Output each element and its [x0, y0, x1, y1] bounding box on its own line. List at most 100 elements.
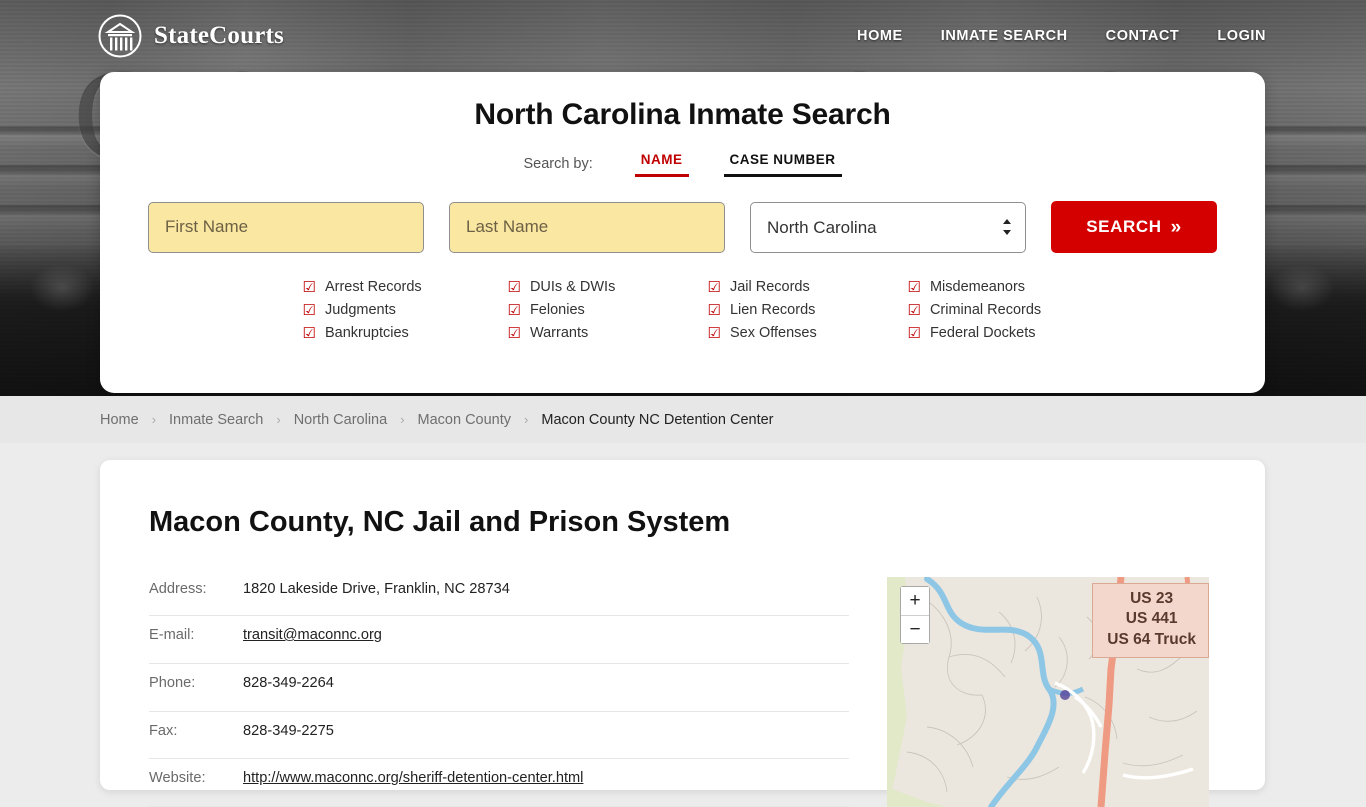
detail-label: Website:	[149, 758, 243, 807]
breadcrumb: Home › Inmate Search › North Carolina › …	[100, 412, 774, 428]
chevron-right-icon: ›	[151, 412, 157, 427]
checkbox-arrest-records[interactable]: ☑ Arrest Records	[303, 279, 508, 295]
checkbox-bankruptcies[interactable]: ☑ Bankruptcies	[303, 325, 508, 341]
search-by-tabs: Search by: NAME CASE NUMBER	[100, 151, 1265, 177]
checkbox-label: Jail Records	[729, 279, 810, 295]
search-form: North Carolina SEARCH »	[100, 201, 1265, 253]
detail-value: http://www.maconnc.org/sheriff-detention…	[243, 758, 849, 807]
brand[interactable]: StateCourts	[98, 14, 284, 58]
nav-item-contact[interactable]: CONTACT	[1106, 28, 1180, 44]
checkbox-checked-icon: ☑	[907, 278, 921, 296]
checkbox-label: Warrants	[529, 325, 589, 341]
checkbox-checked-icon: ☑	[507, 278, 521, 296]
tab-case-number[interactable]: CASE NUMBER	[723, 151, 842, 177]
state-select-wrapper: North Carolina	[750, 201, 1026, 253]
hero-banner: COURTHOUSE StateCourts HOME INMATE SEARC…	[0, 0, 1366, 396]
breadcrumb-item-macon-county[interactable]: Macon County	[418, 412, 512, 428]
brand-name: StateCourts	[154, 22, 284, 49]
facility-body: Address: 1820 Lakeside Drive, Franklin, …	[100, 539, 1265, 807]
search-button[interactable]: SEARCH »	[1051, 201, 1217, 253]
website-link[interactable]: http://www.maconnc.org/sheriff-detention…	[243, 770, 583, 786]
table-row: E-mail: transit@maconnc.org	[149, 615, 849, 664]
map-zoom-in-button[interactable]: +	[901, 587, 929, 615]
breadcrumb-bar: Home › Inmate Search › North Carolina › …	[0, 396, 1366, 443]
checkbox-federal-dockets[interactable]: ☑ Federal Dockets	[908, 325, 1063, 341]
checkbox-checked-icon: ☑	[707, 278, 721, 296]
chevron-right-icon: ›	[276, 412, 281, 427]
last-name-input[interactable]	[449, 201, 725, 253]
checkbox-label: Arrest Records	[324, 279, 422, 295]
checkbox-label: DUIs & DWIs	[529, 279, 616, 295]
tab-name[interactable]: NAME	[634, 151, 689, 177]
checkbox-label: Lien Records	[729, 302, 816, 318]
checkbox-label: Sex Offenses	[729, 325, 817, 341]
search-button-label: SEARCH	[1086, 217, 1162, 236]
checkbox-label: Misdemeanors	[929, 279, 1026, 295]
nav-item-inmate-search[interactable]: INMATE SEARCH	[941, 28, 1068, 44]
table-row: Fax: 828-349-2275	[149, 711, 849, 760]
checkbox-duis-dwis[interactable]: ☑ DUIs & DWIs	[508, 279, 708, 295]
checkbox-checked-icon: ☑	[707, 301, 721, 319]
breadcrumb-item-inmate-search[interactable]: Inmate Search	[169, 412, 263, 428]
facility-details-table: Address: 1820 Lakeside Drive, Franklin, …	[149, 577, 849, 807]
route-line: US 64 Truck	[1107, 630, 1196, 648]
detail-value: transit@maconnc.org	[243, 615, 849, 664]
checkbox-label: Criminal Records	[929, 302, 1042, 318]
checkbox-jail-records[interactable]: ☑ Jail Records	[708, 279, 908, 295]
courthouse-logo-icon	[98, 14, 142, 58]
chevron-right-icon: ›	[400, 412, 405, 427]
checkbox-felonies[interactable]: ☑ Felonies	[508, 302, 708, 318]
first-name-input[interactable]	[148, 201, 424, 253]
table-row: Phone: 828-349-2264	[149, 663, 849, 712]
page-title: Macon County, NC Jail and Prison System	[149, 506, 731, 538]
checkbox-misdemeanors[interactable]: ☑ Misdemeanors	[908, 279, 1063, 295]
detail-value: 1820 Lakeside Drive, Franklin, NC 28734	[243, 577, 849, 617]
checkbox-checked-icon: ☑	[507, 301, 521, 319]
nav-item-home[interactable]: HOME	[857, 28, 903, 44]
checkbox-checked-icon: ☑	[707, 324, 721, 342]
checkbox-warrants[interactable]: ☑ Warrants	[508, 325, 708, 341]
location-map[interactable]: + − US 23 US 441 US 64 Truck	[887, 577, 1209, 807]
checkbox-sex-offenses[interactable]: ☑ Sex Offenses	[708, 325, 908, 341]
checkbox-checked-icon: ☑	[507, 324, 521, 342]
route-line: US 441	[1125, 610, 1178, 628]
checkbox-checked-icon: ☑	[302, 324, 316, 342]
checkbox-lien-records[interactable]: ☑ Lien Records	[708, 302, 908, 318]
table-row: Website: http://www.maconnc.org/sheriff-…	[149, 758, 849, 807]
breadcrumb-item-current: Macon County NC Detention Center	[541, 411, 774, 428]
checkbox-label: Federal Dockets	[929, 325, 1036, 341]
breadcrumb-item-home[interactable]: Home	[100, 412, 139, 428]
detail-value: 828-349-2264	[243, 663, 849, 712]
route-line: US 23	[1130, 590, 1174, 607]
nav-item-login[interactable]: LOGIN	[1217, 28, 1266, 44]
detail-label: Phone:	[149, 663, 243, 712]
checkbox-checked-icon: ☑	[302, 278, 316, 296]
inmate-search-card: North Carolina Inmate Search Search by: …	[100, 72, 1265, 393]
search-by-label: Search by:	[523, 156, 593, 172]
map-zoom-out-button[interactable]: −	[901, 615, 929, 643]
checkbox-label: Judgments	[324, 302, 396, 318]
map-zoom-controls: + −	[900, 586, 930, 644]
detail-label: Address:	[149, 577, 243, 617]
detail-label: E-mail:	[149, 615, 243, 664]
route-shield-label: US 23 US 441 US 64 Truck	[1092, 583, 1209, 659]
checkbox-judgments[interactable]: ☑ Judgments	[303, 302, 508, 318]
email-link[interactable]: transit@maconnc.org	[243, 627, 382, 643]
state-select[interactable]: North Carolina	[750, 201, 1026, 253]
search-card-title: North Carolina Inmate Search	[474, 98, 891, 131]
checkbox-checked-icon: ☑	[302, 301, 316, 319]
detail-label: Fax:	[149, 711, 243, 760]
record-type-checkbox-grid: ☑ Arrest Records ☑ DUIs & DWIs ☑ Jail Recor…	[303, 279, 1063, 341]
top-navigation-bar: StateCourts HOME INMATE SEARCH CONTACT L…	[0, 0, 1366, 72]
double-chevron-right-icon: »	[1170, 216, 1182, 238]
breadcrumb-item-north-carolina[interactable]: North Carolina	[294, 412, 388, 428]
table-row: Address: 1820 Lakeside Drive, Franklin, …	[149, 577, 849, 617]
checkbox-criminal-records[interactable]: ☑ Criminal Records	[908, 302, 1063, 318]
checkbox-label: Bankruptcies	[324, 325, 409, 341]
chevron-right-icon: ›	[524, 412, 529, 427]
checkbox-label: Felonies	[529, 302, 585, 318]
checkbox-checked-icon: ☑	[907, 324, 921, 342]
checkbox-checked-icon: ☑	[907, 301, 921, 319]
main-nav: HOME INMATE SEARCH CONTACT LOGIN	[857, 28, 1266, 44]
facility-card: Macon County, NC Jail and Prison System …	[100, 460, 1265, 807]
